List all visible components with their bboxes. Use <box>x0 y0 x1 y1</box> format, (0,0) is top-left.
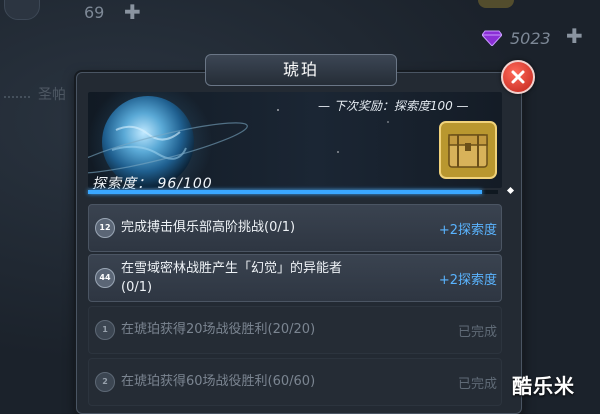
task-level-badge-icon: 12 <box>95 218 115 238</box>
dialog-title: 琥珀 <box>205 54 397 86</box>
exploration-progress-fill <box>88 190 482 194</box>
add-diamond-button[interactable]: ✚ <box>566 24 583 48</box>
close-button[interactable] <box>501 60 535 94</box>
energy-count: 69 <box>84 3 105 22</box>
exploration-progress-bar <box>88 190 498 194</box>
background-divider <box>4 96 30 98</box>
task-reward: +2探索度 <box>438 273 497 288</box>
task-item-completed: 1 在琥珀获得20场战役胜利(20/20) 已完成 <box>88 306 502 354</box>
watermark-logo: 酷乐米 <box>512 374 575 398</box>
diamond-icon <box>482 30 502 46</box>
close-icon <box>511 70 525 84</box>
task-item[interactable]: 12 完成搏击俱乐部高阶挑战(0/1) +2探索度 <box>88 204 502 252</box>
task-description: 在琥珀获得60场战役胜利(60/60) <box>121 374 316 389</box>
task-reward: +2探索度 <box>438 223 497 238</box>
task-level-badge-icon: 2 <box>95 372 115 392</box>
diamond-count: 5023 <box>510 29 551 48</box>
task-description: 完成搏击俱乐部高阶挑战(0/1) <box>121 220 296 235</box>
task-progress: (0/1) <box>121 280 153 295</box>
task-level-badge-icon: 1 <box>95 320 115 340</box>
task-item[interactable]: 44 在雪域密林战胜产生「幻觉」的异能者 (0/1) +2探索度 <box>88 254 502 302</box>
task-status: 已完成 <box>457 325 497 340</box>
task-description: 在雪域密林战胜产生「幻觉」的异能者 <box>121 261 343 276</box>
task-status: 已完成 <box>457 377 497 392</box>
background-location-label: 圣帕 <box>38 87 66 103</box>
task-level-badge-icon: 44 <box>95 268 115 288</box>
next-reward-label: — 下次奖励：探索度100 — <box>318 99 469 113</box>
energy-icon <box>4 0 40 20</box>
gold-icon <box>478 0 514 8</box>
task-description: 在琥珀获得20场战役胜利(20/20) <box>121 322 316 337</box>
task-item-completed: 2 在琥珀获得60场战役胜利(60/60) 已完成 <box>88 358 502 406</box>
reward-chest-icon[interactable] <box>439 121 497 179</box>
add-energy-button[interactable]: ✚ <box>124 0 141 24</box>
